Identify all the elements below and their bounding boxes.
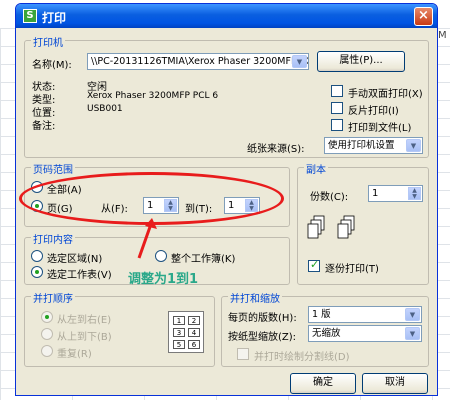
- app-icon: S: [23, 9, 37, 23]
- paper-source-value: 使用打印机设置: [328, 140, 395, 151]
- draw-borders-checkbox[interactable]: [237, 348, 249, 360]
- scale-label: 按纸型缩放(Z):: [228, 332, 297, 343]
- paper-source-label: 纸张来源(S):: [247, 144, 305, 155]
- scale-select[interactable]: 无缩放 ▼: [308, 325, 422, 342]
- collate-checkbox[interactable]: [308, 258, 320, 272]
- reverse-print-label: 反片打印(I): [348, 106, 399, 117]
- ok-button[interactable]: 确定: [290, 373, 356, 394]
- copies-count-value: 1: [372, 188, 379, 199]
- grid-cell: 2: [188, 316, 200, 325]
- print-what-group-label: 打印内容: [31, 231, 75, 246]
- printer-name-select[interactable]: \\PC-20131126TMIA\Xerox Phaser 3200MFP P…: [87, 53, 309, 70]
- type-value: Xerox Phaser 3200MFP PCL 6: [87, 91, 219, 101]
- location-value: USB001: [87, 104, 123, 114]
- collate-label: 逐份打印(T): [325, 264, 379, 275]
- printer-name-value: \\PC-20131126TMIA\Xerox Phaser 3200MFP P…: [91, 56, 309, 67]
- printer-group-label: 打印机: [31, 34, 65, 49]
- left-to-right-radio[interactable]: [41, 311, 53, 323]
- annotation-text: 调整为1到1: [128, 272, 199, 287]
- grid-cell: 6: [188, 340, 200, 349]
- manual-duplex-checkbox[interactable]: [331, 85, 343, 97]
- repeat-label: 重复(R): [57, 349, 92, 360]
- chevron-down-icon: ▼: [405, 308, 420, 321]
- chevron-down-icon: ▼: [405, 327, 420, 340]
- name-label: 名称(M):: [32, 60, 72, 71]
- page-range-group-label: 页码范围: [31, 161, 75, 176]
- spin-arrows-icon[interactable]: ▲ ▼: [408, 187, 421, 200]
- annotation-oval: [19, 172, 284, 225]
- repeat-radio[interactable]: [41, 345, 53, 357]
- title-bar: S 打印 ×: [16, 4, 437, 28]
- top-to-bottom-label: 从上到下(B): [57, 332, 112, 343]
- pages-per-sheet-label: 每页的版数(H):: [228, 313, 297, 324]
- whole-workbook-label: 整个工作簿(K): [171, 254, 236, 265]
- copies-group-label: 副本: [304, 161, 328, 176]
- order-preview-grid: 1 2 3 4 5 6: [168, 311, 204, 353]
- manual-duplex-label: 手动双面打印(X): [348, 89, 423, 100]
- comment-label: 备注:: [32, 121, 56, 132]
- active-sheet-radio[interactable]: [31, 266, 43, 278]
- collate-illustration-icon: [307, 215, 355, 239]
- window-title: 打印: [42, 11, 67, 25]
- pages-per-sheet-value: 1 版: [312, 309, 331, 320]
- copies-group: 副本 份数(C): 1 ▲▼ 逐份打印(T): [297, 161, 429, 285]
- grid-cell: 1: [173, 316, 185, 325]
- paper-source-select[interactable]: 使用打印机设置 ▼: [324, 137, 423, 154]
- pages-per-sheet-select[interactable]: 1 版 ▼: [308, 306, 422, 323]
- printer-group: 打印机 名称(M): \\PC-20131126TMIA\Xerox Phase…: [24, 34, 429, 158]
- close-button[interactable]: ×: [414, 7, 433, 26]
- copies-count-label: 份数(C):: [310, 192, 349, 203]
- order-group-label: 并打顺序: [31, 290, 75, 305]
- reverse-print-checkbox[interactable]: [331, 102, 343, 114]
- grid-cell: 3: [173, 328, 185, 337]
- copies-count-input[interactable]: 1 ▲ ▼: [368, 185, 423, 202]
- chevron-down-icon: ▼: [292, 55, 307, 68]
- zoom-group-label: 并打和缩放: [228, 290, 282, 305]
- selection-label: 选定区域(N): [47, 254, 103, 265]
- order-group: 并打顺序 从左到右(E) 从上到下(B) 重复(R) 1 2 3 4 5 6: [24, 290, 215, 367]
- active-sheet-label: 选定工作表(V): [47, 270, 112, 281]
- chevron-down-icon: ▼: [406, 139, 421, 152]
- column-header-m: M: [438, 30, 447, 41]
- print-to-file-checkbox[interactable]: [331, 119, 343, 131]
- print-to-file-label: 打印到文件(L): [348, 123, 412, 134]
- cancel-button[interactable]: 取消: [362, 373, 428, 394]
- left-to-right-label: 从左到右(E): [57, 315, 112, 326]
- scale-value: 无缩放: [312, 328, 341, 339]
- selection-radio[interactable]: [31, 250, 43, 262]
- whole-workbook-radio[interactable]: [155, 250, 167, 262]
- zoom-group: 并打和缩放 每页的版数(H): 1 版 ▼ 按纸型缩放(Z): 无缩放 ▼ 并打…: [221, 290, 429, 367]
- grid-cell: 5: [173, 340, 185, 349]
- top-to-bottom-radio[interactable]: [41, 328, 53, 340]
- grid-cell: 4: [188, 328, 200, 337]
- draw-borders-label: 并打时绘制分割线(D): [254, 352, 350, 363]
- properties-button[interactable]: 属性(P)...: [317, 51, 405, 72]
